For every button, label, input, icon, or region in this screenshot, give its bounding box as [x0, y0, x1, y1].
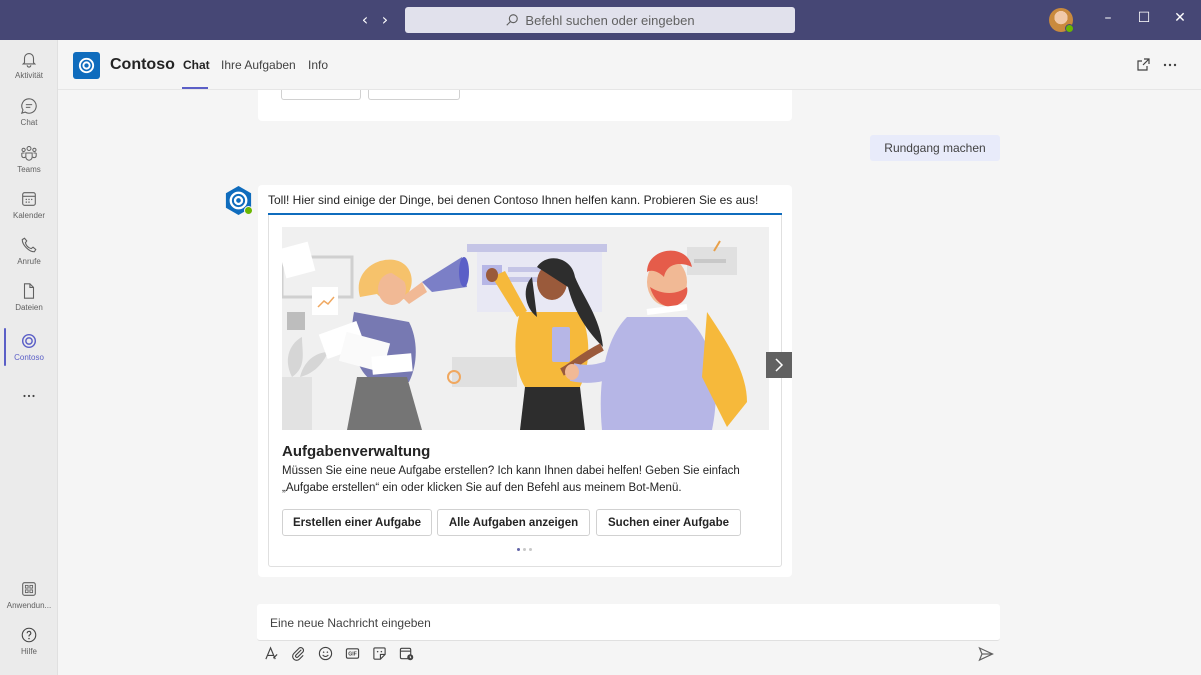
view-all-tasks-button[interactable]: Alle Aufgaben anzeigen — [437, 509, 590, 536]
apps-icon — [22, 582, 36, 596]
card-body: Müssen Sie eine neue Aufgabe erstellen? … — [282, 465, 740, 494]
rail-label: Chat — [20, 118, 38, 127]
maximize-icon[interactable]: ☐ — [1134, 10, 1154, 26]
tab-chat[interactable]: Chat — [183, 58, 210, 72]
previous-card-button[interactable] — [281, 90, 361, 100]
chat-icon — [20, 98, 37, 115]
rail-label: Dateien — [15, 303, 43, 312]
search-icon — [506, 14, 519, 26]
search-task-button[interactable]: Suchen einer Aufgabe — [596, 509, 741, 536]
phone-icon — [21, 237, 37, 253]
chat-pane: Rundgang machen Toll! Hier sind einige d… — [58, 90, 1201, 675]
popout-icon[interactable] — [1135, 57, 1151, 73]
schedule-meeting-icon[interactable] — [398, 645, 415, 662]
rail-item-files[interactable]: Dateien — [0, 274, 58, 320]
search-placeholder: Befehl suchen oder eingeben — [525, 12, 695, 28]
app-title: Contoso — [110, 56, 175, 73]
rail-label: Kalender — [12, 211, 46, 220]
rail-item-teams[interactable]: Teams — [0, 136, 58, 182]
history-nav: ‹ › — [358, 10, 392, 30]
attach-icon[interactable] — [290, 645, 307, 662]
gif-icon[interactable]: GIF — [344, 645, 361, 662]
rail-label: Teams — [17, 165, 41, 174]
rail-item-calendar[interactable]: Kalender — [0, 182, 58, 228]
carousel-dot[interactable] — [517, 548, 520, 551]
carousel-indicator — [517, 548, 532, 551]
rail-item-more[interactable] — [0, 373, 58, 419]
chevron-left-icon[interactable]: ‹ — [358, 10, 372, 30]
emoji-icon[interactable] — [317, 645, 334, 662]
search-input[interactable]: Befehl suchen oder eingeben — [405, 7, 795, 33]
contoso-logo-icon — [73, 52, 100, 79]
format-icon[interactable] — [263, 645, 280, 662]
active-tab-indicator — [182, 87, 208, 89]
carousel-dot[interactable] — [523, 548, 526, 551]
sticker-icon[interactable] — [371, 645, 388, 662]
previous-card — [258, 90, 792, 121]
more-options-icon[interactable] — [1162, 57, 1178, 73]
help-icon — [21, 627, 37, 643]
svg-text:GIF: GIF — [348, 652, 357, 658]
rail-label: Contoso — [14, 353, 44, 362]
rail-item-apps[interactable]: Anwendun... — [0, 572, 58, 618]
message-compose-box[interactable]: Eine neue Nachricht eingeben — [257, 604, 1000, 641]
create-task-button[interactable]: Erstellen einer Aufgabe — [282, 509, 432, 536]
teams-icon — [21, 146, 37, 161]
chevron-right-icon — [775, 358, 784, 372]
bell-icon — [21, 53, 37, 68]
presence-available-icon — [1065, 24, 1074, 33]
tab-your-tasks[interactable]: Ihre Aufgaben — [221, 58, 296, 72]
previous-card-button[interactable] — [368, 90, 460, 100]
rail-label: Anrufe — [17, 257, 41, 266]
tab-info[interactable]: Info — [308, 58, 328, 72]
calendar-icon — [22, 192, 36, 206]
rail-item-help[interactable]: Hilfe — [0, 618, 58, 664]
carousel-next-button[interactable] — [766, 352, 792, 378]
rail-label: Aktivität — [14, 71, 43, 80]
presence-available-icon — [244, 206, 253, 215]
rail-item-activity[interactable]: Aktivität — [0, 42, 58, 88]
hero-illustration — [282, 227, 769, 430]
file-icon — [23, 283, 35, 299]
message-text: Toll! Hier sind einige der Dinge, bei de… — [268, 193, 759, 207]
app-rail: Aktivität Chat Teams Kalender Anrufe Dat… — [0, 40, 58, 675]
rail-item-calls[interactable]: Anrufe — [0, 228, 58, 274]
compose-toolbar: GIF — [263, 645, 415, 662]
minimize-icon[interactable]: – — [1098, 10, 1118, 26]
chevron-right-icon[interactable]: › — [378, 10, 392, 30]
take-tour-button[interactable]: Rundgang machen — [870, 135, 1000, 161]
app-header: Contoso Chat Ihre Aufgaben Info — [58, 40, 1201, 90]
compose-placeholder: Eine neue Nachricht eingeben — [270, 616, 431, 630]
adaptive-card: Aufgabenverwaltung Müssen Sie eine neue … — [268, 215, 792, 567]
bot-message: Toll! Hier sind einige der Dinge, bei de… — [258, 185, 792, 577]
more-icon — [23, 394, 35, 398]
carousel-dot[interactable] — [529, 548, 532, 551]
rail-item-chat[interactable]: Chat — [0, 89, 58, 135]
close-icon[interactable]: ✕ — [1170, 10, 1190, 26]
rail-item-contoso[interactable]: Contoso — [0, 324, 58, 370]
contoso-icon — [21, 333, 37, 349]
send-icon[interactable] — [978, 646, 994, 662]
card-title: Aufgabenverwaltung — [282, 443, 431, 460]
rail-label: Hilfe — [20, 647, 37, 656]
rail-label: Anwendun... — [6, 601, 52, 610]
title-bar: ‹ › Befehl suchen oder eingeben – ☐ ✕ — [0, 0, 1201, 40]
